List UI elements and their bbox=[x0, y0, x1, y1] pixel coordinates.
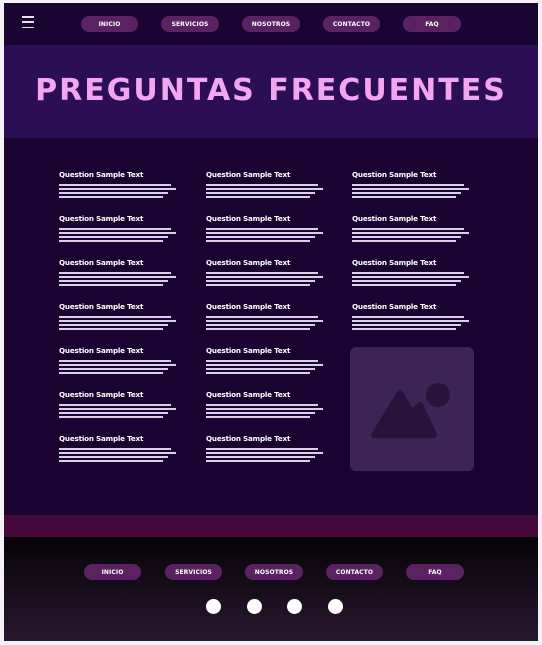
faq-question[interactable]: Question Sample Text bbox=[59, 214, 189, 224]
faq-question[interactable]: Question Sample Text bbox=[206, 170, 336, 180]
faq-question[interactable]: Question Sample Text bbox=[59, 258, 189, 268]
faq-question[interactable]: Question Sample Text bbox=[352, 214, 482, 224]
faq-answer-text bbox=[352, 184, 482, 198]
faq-item: Question Sample Text bbox=[352, 302, 482, 346]
faq-answer-text bbox=[206, 316, 336, 330]
faq-question[interactable]: Question Sample Text bbox=[206, 214, 336, 224]
faq-answer-text bbox=[206, 448, 336, 462]
faq-question[interactable]: Question Sample Text bbox=[352, 170, 482, 180]
nav-contacto[interactable]: CONTACTO bbox=[323, 16, 380, 32]
faq-question[interactable]: Question Sample Text bbox=[352, 258, 482, 268]
footer-band bbox=[4, 515, 538, 537]
faq-item: Question Sample Text bbox=[59, 434, 189, 478]
faq-item: Question Sample Text bbox=[59, 170, 189, 214]
faq-question[interactable]: Question Sample Text bbox=[352, 302, 482, 312]
faq-item: Question Sample Text bbox=[352, 170, 482, 214]
social-icon-2[interactable] bbox=[247, 599, 262, 614]
faq-item: Question Sample Text bbox=[59, 214, 189, 258]
faq-question[interactable]: Question Sample Text bbox=[59, 302, 189, 312]
faq-question[interactable]: Question Sample Text bbox=[206, 258, 336, 268]
faq-item: Question Sample Text bbox=[59, 390, 189, 434]
image-placeholder-icon bbox=[371, 383, 450, 438]
faq-item: Question Sample Text bbox=[206, 434, 336, 478]
faq-answer-text bbox=[59, 228, 189, 242]
faq-item: Question Sample Text bbox=[206, 258, 336, 302]
faq-question[interactable]: Question Sample Text bbox=[59, 346, 189, 356]
footer-nav-faq[interactable]: FAQ bbox=[406, 564, 464, 580]
faq-answer-text bbox=[59, 316, 189, 330]
faq-answer-text bbox=[206, 272, 336, 286]
faq-answer-text bbox=[59, 448, 189, 462]
faq-question[interactable]: Question Sample Text bbox=[206, 302, 336, 312]
faq-answer-text bbox=[206, 404, 336, 418]
hamburger-menu-icon[interactable] bbox=[22, 16, 34, 28]
image-placeholder bbox=[350, 347, 474, 471]
hero-banner: PREGUNTAS FRECUENTES bbox=[4, 45, 538, 138]
social-icon-1[interactable] bbox=[206, 599, 221, 614]
faq-answer-text bbox=[59, 184, 189, 198]
social-icon-4[interactable] bbox=[328, 599, 343, 614]
faq-question[interactable]: Question Sample Text bbox=[206, 346, 336, 356]
footer-nav-contacto[interactable]: CONTACTO bbox=[326, 564, 383, 580]
faq-item: Question Sample Text bbox=[206, 170, 336, 214]
top-navbar: INICIO SERVICIOS NOSOTROS CONTACTO FAQ bbox=[4, 3, 538, 45]
faq-answer-text bbox=[352, 316, 482, 330]
faq-column-1: Question Sample Text Question Sample Tex… bbox=[59, 170, 189, 478]
social-icon-3[interactable] bbox=[287, 599, 302, 614]
faq-item: Question Sample Text bbox=[206, 302, 336, 346]
faq-question[interactable]: Question Sample Text bbox=[206, 390, 336, 400]
footer-nav-nosotros[interactable]: NOSOTROS bbox=[245, 564, 303, 580]
faq-answer-text bbox=[206, 184, 336, 198]
faq-column-3: Question Sample Text Question Sample Tex… bbox=[352, 170, 482, 346]
faq-answer-text bbox=[352, 228, 482, 242]
faq-answer-text bbox=[352, 272, 482, 286]
footer: INICIO SERVICIOS NOSOTROS CONTACTO FAQ bbox=[4, 537, 538, 641]
faq-answer-text bbox=[206, 360, 336, 374]
faq-item: Question Sample Text bbox=[206, 346, 336, 390]
faq-answer-text bbox=[59, 272, 189, 286]
faq-item: Question Sample Text bbox=[352, 214, 482, 258]
faq-question[interactable]: Question Sample Text bbox=[206, 434, 336, 444]
page-title: PREGUNTAS FRECUENTES bbox=[35, 73, 507, 108]
nav-servicios[interactable]: SERVICIOS bbox=[161, 16, 219, 32]
faq-answer-text bbox=[59, 360, 189, 374]
faq-answer-text bbox=[59, 404, 189, 418]
faq-item: Question Sample Text bbox=[206, 390, 336, 434]
nav-faq[interactable]: FAQ bbox=[403, 16, 461, 32]
faq-item: Question Sample Text bbox=[59, 346, 189, 390]
faq-question[interactable]: Question Sample Text bbox=[59, 170, 189, 180]
faq-answer-text bbox=[206, 228, 336, 242]
nav-inicio[interactable]: INICIO bbox=[81, 16, 138, 32]
page-frame: INICIO SERVICIOS NOSOTROS CONTACTO FAQ P… bbox=[4, 3, 538, 641]
footer-nav-servicios[interactable]: SERVICIOS bbox=[165, 564, 222, 580]
faq-item: Question Sample Text bbox=[59, 258, 189, 302]
faq-question[interactable]: Question Sample Text bbox=[59, 390, 189, 400]
faq-item: Question Sample Text bbox=[206, 214, 336, 258]
nav-nosotros[interactable]: NOSOTROS bbox=[242, 16, 300, 32]
faq-item: Question Sample Text bbox=[59, 302, 189, 346]
footer-nav-inicio[interactable]: INICIO bbox=[84, 564, 141, 580]
faq-item: Question Sample Text bbox=[352, 258, 482, 302]
faq-column-2: Question Sample Text Question Sample Tex… bbox=[206, 170, 336, 478]
faq-question[interactable]: Question Sample Text bbox=[59, 434, 189, 444]
